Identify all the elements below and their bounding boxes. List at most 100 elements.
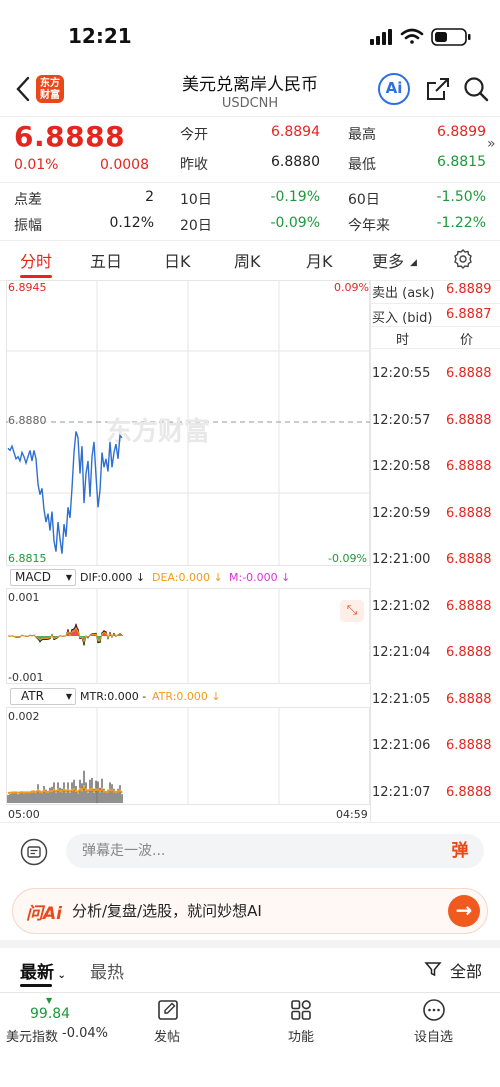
more-dropdown-icon[interactable]: ◢ — [410, 258, 417, 268]
amplitude-value: 0.12% — [109, 215, 154, 231]
d20-label: 20日 — [180, 218, 212, 234]
change-pct: 0.01% — [14, 157, 59, 173]
macd-top-value: 0.001 — [8, 591, 40, 604]
atr-mtr: MTR:0.000 - — [80, 690, 147, 703]
d20-value: -0.09% — [270, 215, 320, 231]
tab-weekly-k[interactable]: 周K — [234, 248, 261, 272]
last-price: 6.8888 — [14, 120, 126, 153]
search-icon[interactable] — [462, 75, 490, 103]
divider — [370, 348, 500, 349]
macd-dif: DIF:0.000 ↓ — [80, 571, 146, 584]
col-price-header: 价 — [460, 333, 474, 348]
macd-selector[interactable]: MACD ▼ — [10, 569, 76, 586]
back-icon[interactable] — [14, 74, 34, 104]
atr-dropdown-icon: ▼ — [65, 692, 72, 701]
tick-price: 6.8888 — [446, 645, 492, 660]
ai-brand: 问Ai — [26, 904, 62, 924]
down-triangle-icon: ▼ — [46, 996, 53, 1005]
spread-label: 点差 — [14, 192, 42, 208]
danmu-send-button[interactable]: 弹 — [446, 838, 474, 864]
tab-intraday[interactable]: 分时 — [20, 248, 52, 272]
tab-more[interactable]: 更多 — [372, 248, 404, 272]
feed-tab-hot[interactable]: 最热 — [90, 958, 124, 983]
macd-m: M:-0.000 ↓ — [229, 571, 291, 584]
danmu-input[interactable]: 弹幕走一波... — [66, 834, 484, 868]
tick-price: 6.8888 — [446, 598, 492, 614]
chart-bottom-pct: -0.09% — [328, 552, 367, 565]
tick-time: 12:21:00 — [372, 552, 431, 567]
atr-selector[interactable]: ATR ▼ — [10, 688, 76, 705]
divider — [0, 182, 500, 183]
tab-daily-k[interactable]: 日K — [164, 248, 191, 272]
intraday-chart[interactable]: 东方财富 — [6, 280, 370, 822]
atr-label: ATR — [21, 689, 44, 703]
macd-dif-line — [7, 623, 123, 647]
share-icon[interactable] — [424, 75, 452, 103]
chart-bottom-price: 6.8815 — [8, 552, 47, 565]
feed-tab-underline — [20, 984, 52, 987]
macd-label: MACD — [15, 570, 51, 584]
divider — [370, 326, 500, 327]
bid-label: 买入 (bid) — [372, 311, 433, 326]
tick-price: 6.8888 — [446, 412, 492, 428]
d60-label: 60日 — [348, 192, 380, 208]
watchlist-label[interactable]: 设自选 — [414, 1026, 453, 1045]
amplitude-label: 振幅 — [14, 218, 42, 234]
tick-time: 12:20:59 — [372, 505, 431, 521]
bid-value: 6.8887 — [446, 307, 492, 322]
index-value[interactable]: 99.84 — [30, 1006, 70, 1022]
fullscreen-expand-icon[interactable]: ⤡ — [340, 600, 364, 622]
tick-time: 12:21:04 — [372, 645, 431, 660]
functions-label[interactable]: 功能 — [288, 1026, 314, 1045]
index-label[interactable]: 美元指数 — [6, 1026, 58, 1045]
tick-price: 6.8888 — [446, 691, 492, 707]
filter-all[interactable]: 全部 — [450, 958, 482, 982]
tick-time: 12:20:55 — [372, 366, 431, 381]
open-value: 6.8894 — [271, 124, 320, 140]
macd-bottom-value: -0.001 — [8, 671, 44, 684]
tick-price: 6.8888 — [446, 459, 492, 474]
section-gap — [0, 940, 500, 948]
signal-icon — [370, 29, 392, 45]
chevron-down-icon: ⌄ — [54, 970, 66, 981]
ai-go-arrow-icon[interactable]: → — [448, 895, 480, 927]
tab-five-day[interactable]: 五日 — [90, 248, 122, 272]
macd-bars-group — [7, 623, 123, 647]
post-label[interactable]: 发帖 — [154, 1026, 180, 1045]
compose-post-icon[interactable] — [156, 998, 180, 1022]
time-end: 04:59 — [336, 808, 368, 821]
atr-top-value: 0.002 — [8, 710, 40, 723]
tab-active-underline — [20, 275, 52, 278]
macd-dea-line — [7, 627, 123, 644]
change-abs: 0.0008 — [100, 157, 149, 173]
macd-dea: DEA:0.000 ↓ — [152, 571, 223, 584]
add-watchlist-icon[interactable] — [422, 998, 446, 1022]
open-label: 今开 — [180, 127, 208, 143]
chart-watermark: 东方财富 — [106, 416, 210, 447]
tick-time: 12:21:02 — [372, 598, 431, 614]
tab-monthly-k[interactable]: 月K — [306, 248, 333, 272]
index-change: -0.04% — [62, 1026, 108, 1041]
prev-close-value: 6.8880 — [271, 154, 320, 170]
danmu-toggle-icon[interactable] — [20, 838, 48, 866]
status-icons — [370, 28, 471, 46]
filter-icon[interactable] — [424, 960, 442, 978]
divider — [0, 116, 500, 117]
expand-chevron-icon[interactable]: » — [487, 136, 496, 152]
time-start: 05:00 — [8, 808, 40, 821]
tick-time: 12:21:07 — [372, 784, 431, 800]
feed-tab-latest[interactable]: 最新 ⌄ — [20, 958, 66, 983]
functions-grid-icon[interactable] — [289, 998, 313, 1022]
ai-button[interactable]: Ai — [378, 73, 410, 105]
d10-label: 10日 — [180, 192, 212, 208]
ytd-label: 今年来 — [348, 218, 390, 234]
ai-prompt-text: 分析/复盘/选股，就问妙想AI — [72, 902, 262, 920]
wifi-icon — [400, 28, 424, 44]
macd-dropdown-icon: ▼ — [65, 573, 72, 582]
ytd-value: -1.22% — [436, 215, 486, 231]
settings-gear-icon[interactable] — [452, 248, 474, 270]
spread-value: 2 — [145, 189, 154, 205]
atr-bars-group — [7, 770, 123, 803]
atr-atr: ATR:0.000 ↓ — [152, 690, 221, 703]
page-title: 美元兑离岸人民币 — [182, 75, 318, 95]
